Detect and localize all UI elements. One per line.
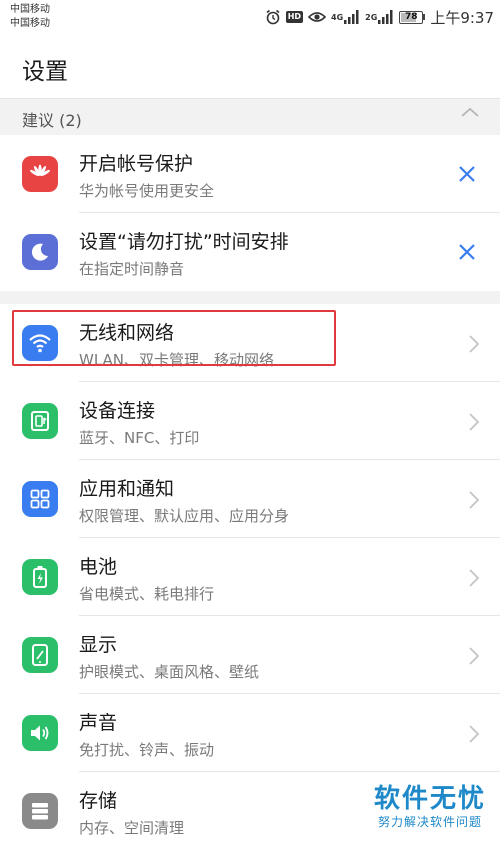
signal-icon-2: 2G — [365, 10, 394, 24]
settings-item-subtitle: 省电模式、耗电排行 — [79, 585, 215, 603]
settings-item-display[interactable]: 显示 护眼模式、桌面风格、壁纸 — [0, 616, 500, 694]
clock: 上午9:37 — [430, 8, 494, 27]
settings-item-subtitle: 权限管理、默认应用、应用分身 — [79, 507, 290, 525]
settings-item-subtitle: 免打扰、铃声、振动 — [79, 741, 215, 759]
storage-icon — [22, 793, 58, 829]
collapse-icon[interactable] — [458, 103, 482, 123]
status-icons: HD 4G 2G 78 上午9:37 — [265, 6, 494, 28]
section-divider — [0, 291, 500, 304]
suggestion-subtitle: 在指定时间静音 — [79, 260, 185, 278]
settings-item-title: 存储 — [79, 790, 118, 812]
battery-icon — [22, 559, 58, 595]
watermark-title: 软件无忧 — [373, 784, 486, 814]
settings-item-title: 设备连接 — [79, 400, 156, 422]
moon-icon — [22, 234, 58, 270]
suggestion-subtitle: 华为帐号使用更安全 — [79, 182, 215, 200]
dismiss-suggestion-button[interactable] — [456, 241, 478, 263]
chevron-right-icon — [468, 412, 480, 432]
settings-item-subtitle: 内存、空间清理 — [79, 819, 185, 837]
suggestion-do-not-disturb[interactable]: 设置“请勿打扰”时间安排 在指定时间静音 — [0, 213, 500, 291]
settings-item-title: 无线和网络 — [79, 322, 175, 344]
settings-item-title: 电池 — [79, 556, 118, 578]
carrier-labels: 中国移动 中国移动 — [10, 3, 50, 31]
settings-item-title: 显示 — [79, 634, 118, 656]
signal-icon-1: 4G — [331, 10, 360, 24]
device-connection-icon — [22, 403, 58, 439]
chevron-right-icon — [468, 490, 480, 510]
apps-grid-icon — [22, 481, 58, 517]
speaker-icon — [22, 715, 58, 751]
settings-item-battery[interactable]: 电池 省电模式、耗电排行 — [0, 538, 500, 616]
settings-item-subtitle: 蓝牙、NFC、打印 — [79, 429, 200, 447]
watermark: 软件无忧 努力解决软件问题 — [374, 784, 486, 830]
suggestion-account-protection[interactable]: 开启帐号保护 华为帐号使用更安全 — [0, 135, 500, 213]
dismiss-suggestion-button[interactable] — [456, 163, 478, 185]
chevron-right-icon — [468, 334, 480, 354]
battery-level: 78 — [405, 11, 418, 22]
network-type-1: 4G — [331, 12, 344, 22]
wifi-icon — [22, 325, 58, 361]
display-icon — [22, 637, 58, 673]
carrier-1: 中国移动 — [10, 4, 50, 15]
watermark-subtitle: 努力解决软件问题 — [377, 815, 482, 829]
alarm-icon — [265, 9, 281, 25]
settings-item-title: 声音 — [79, 712, 118, 734]
suggestion-title: 开启帐号保护 — [79, 153, 194, 175]
settings-item-subtitle: 护眼模式、桌面风格、壁纸 — [79, 663, 260, 681]
settings-item-wireless-networks[interactable]: 无线和网络 WLAN、双卡管理、移动网络 — [0, 304, 500, 382]
settings-item-apps-notifications[interactable]: 应用和通知 权限管理、默认应用、应用分身 — [0, 460, 500, 538]
huawei-logo-icon — [22, 156, 58, 192]
status-bar: 中国移动 中国移动 HD 4G 2G 78 上午9:37 — [0, 0, 500, 36]
settings-item-title: 应用和通知 — [79, 478, 175, 500]
chevron-right-icon — [468, 646, 480, 666]
chevron-right-icon — [468, 724, 480, 744]
settings-item-sound[interactable]: 声音 免打扰、铃声、振动 — [0, 694, 500, 772]
page-title: 设置 — [22, 59, 68, 85]
battery-indicator: 78 — [399, 10, 426, 24]
battery-cap — [423, 14, 426, 20]
network-type-2: 2G — [365, 12, 378, 22]
settings-item-subtitle: WLAN、双卡管理、移动网络 — [79, 351, 275, 369]
settings-item-device-connection[interactable]: 设备连接 蓝牙、NFC、打印 — [0, 382, 500, 460]
suggestions-label: 建议 (2) — [22, 111, 82, 130]
chevron-right-icon — [468, 568, 480, 588]
suggestion-title: 设置“请勿打扰”时间安排 — [79, 231, 289, 253]
hd-badge: HD — [285, 11, 304, 23]
suggestions-header[interactable]: 建议 (2) — [0, 98, 500, 135]
eye-comfort-icon — [308, 10, 327, 24]
carrier-2: 中国移动 — [10, 18, 50, 29]
